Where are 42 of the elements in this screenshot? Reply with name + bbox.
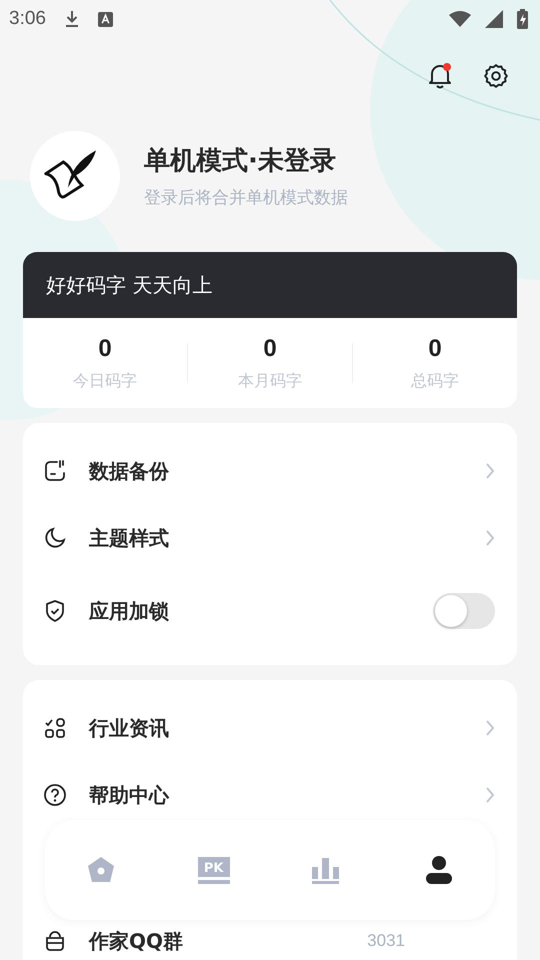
menu-item[interactable]: 行业资讯 — [43, 700, 495, 756]
menu-value: 3031 — [367, 931, 405, 951]
settings-icon — [483, 63, 509, 89]
menu-label: 帮助中心 — [89, 782, 169, 808]
moon-icon — [43, 526, 67, 550]
keyboard-icon — [98, 12, 113, 26]
stat-value: 0 — [263, 334, 277, 362]
menu-item[interactable]: 应用加锁 — [43, 583, 495, 639]
menu-item[interactable]: 数据备份 — [43, 443, 495, 499]
download-icon — [64, 10, 80, 28]
bag-icon — [43, 929, 67, 953]
menu-label: 作家QQ群 — [89, 928, 184, 954]
wifi-icon — [449, 11, 471, 27]
menu-item[interactable]: 帮助中心 — [43, 767, 495, 823]
stat-label: 本月码字 — [238, 370, 302, 392]
menu-label: 应用加锁 — [89, 598, 169, 624]
chevron-right-icon — [485, 462, 495, 480]
status-time: 3:06 — [9, 8, 46, 30]
pk-icon: PK — [198, 856, 230, 884]
chevron-right-icon — [485, 786, 495, 804]
stat-value: 0 — [98, 334, 112, 362]
grid-icon — [43, 716, 67, 740]
shield-check-icon — [43, 599, 67, 623]
menu-item[interactable]: 主题样式 — [43, 510, 495, 566]
menu-label: 数据备份 — [89, 458, 169, 484]
stat-value: 0 — [428, 334, 442, 362]
menu-item[interactable]: 作家QQ群 3031 — [43, 924, 495, 958]
stat-label: 今日码字 — [73, 370, 137, 392]
signal-icon — [485, 10, 503, 28]
battery-icon — [517, 9, 528, 29]
menu-label: 行业资讯 — [89, 714, 169, 742]
chevron-right-icon — [485, 719, 495, 737]
stat-label: 总码字 — [411, 370, 459, 392]
bell-icon — [427, 62, 453, 90]
chevron-right-icon — [485, 529, 495, 547]
toggle-switch[interactable] — [433, 593, 495, 629]
menu-label: 主题样式 — [89, 524, 169, 552]
profile-name: 单机模式·未登录 — [144, 145, 337, 178]
slogan-text: 好好码字 天天向上 — [46, 272, 212, 298]
help-icon — [43, 783, 67, 807]
profile-subtitle: 登录后将合并单机模式数据 — [144, 187, 348, 209]
backup-icon — [43, 459, 67, 483]
